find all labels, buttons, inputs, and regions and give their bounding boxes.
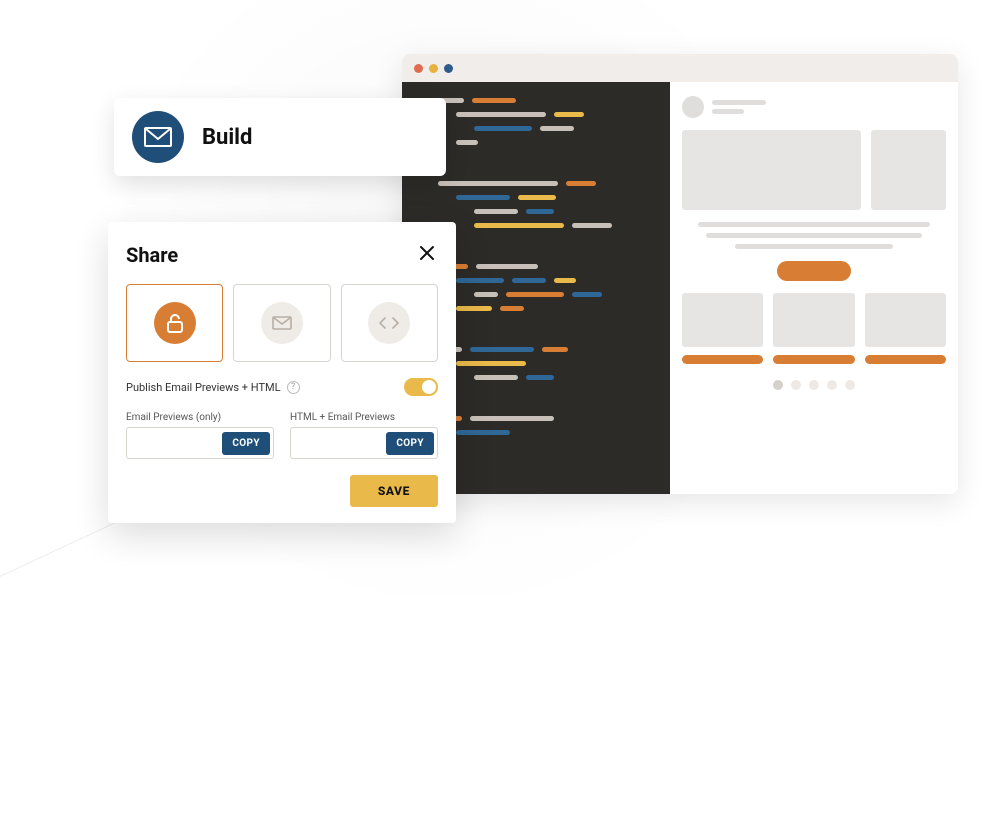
toggle-knob <box>422 380 436 394</box>
envelope-icon <box>261 302 303 344</box>
publish-toggle[interactable] <box>404 378 438 396</box>
publish-label: Publish Email Previews + HTML <box>126 381 281 394</box>
help-icon[interactable]: ? <box>287 381 300 394</box>
preview-text-line <box>706 233 922 238</box>
save-button[interactable]: SAVE <box>350 475 438 507</box>
preview-text-line <box>712 109 744 114</box>
html-previews-input[interactable]: COPY <box>290 427 438 459</box>
share-option-link[interactable] <box>126 284 223 362</box>
copy-email-previews-button[interactable]: COPY <box>222 432 270 455</box>
share-title: Share <box>126 243 178 267</box>
share-option-email[interactable] <box>233 284 330 362</box>
preview-hero-side <box>871 130 946 210</box>
avatar <box>682 96 704 118</box>
preview-cta <box>777 261 851 281</box>
browser-window <box>402 54 958 494</box>
html-previews-label: HTML + Email Previews <box>290 412 438 423</box>
window-dot-close <box>414 64 423 73</box>
build-card[interactable]: Build <box>114 98 446 176</box>
preview-text-line <box>698 222 930 227</box>
share-option-code[interactable] <box>341 284 438 362</box>
close-button[interactable] <box>416 242 438 268</box>
window-dot-min <box>429 64 438 73</box>
build-title: Build <box>202 125 252 150</box>
preview-card <box>773 293 854 364</box>
preview-card <box>682 293 763 364</box>
unlock-icon <box>154 302 196 344</box>
browser-titlebar <box>402 54 958 82</box>
email-preview-pane <box>670 82 958 494</box>
copy-html-previews-button[interactable]: COPY <box>386 432 434 455</box>
window-dot-max <box>444 64 453 73</box>
preview-card <box>865 293 946 364</box>
close-icon <box>418 251 436 266</box>
preview-hero <box>682 130 861 210</box>
code-icon <box>368 302 410 344</box>
share-panel: Share <box>108 222 456 523</box>
email-previews-label: Email Previews (only) <box>126 412 274 423</box>
preview-text-line <box>712 100 766 105</box>
preview-text-line <box>735 244 893 249</box>
envelope-icon <box>132 111 184 163</box>
preview-pager <box>682 380 946 390</box>
email-previews-input[interactable]: COPY <box>126 427 274 459</box>
